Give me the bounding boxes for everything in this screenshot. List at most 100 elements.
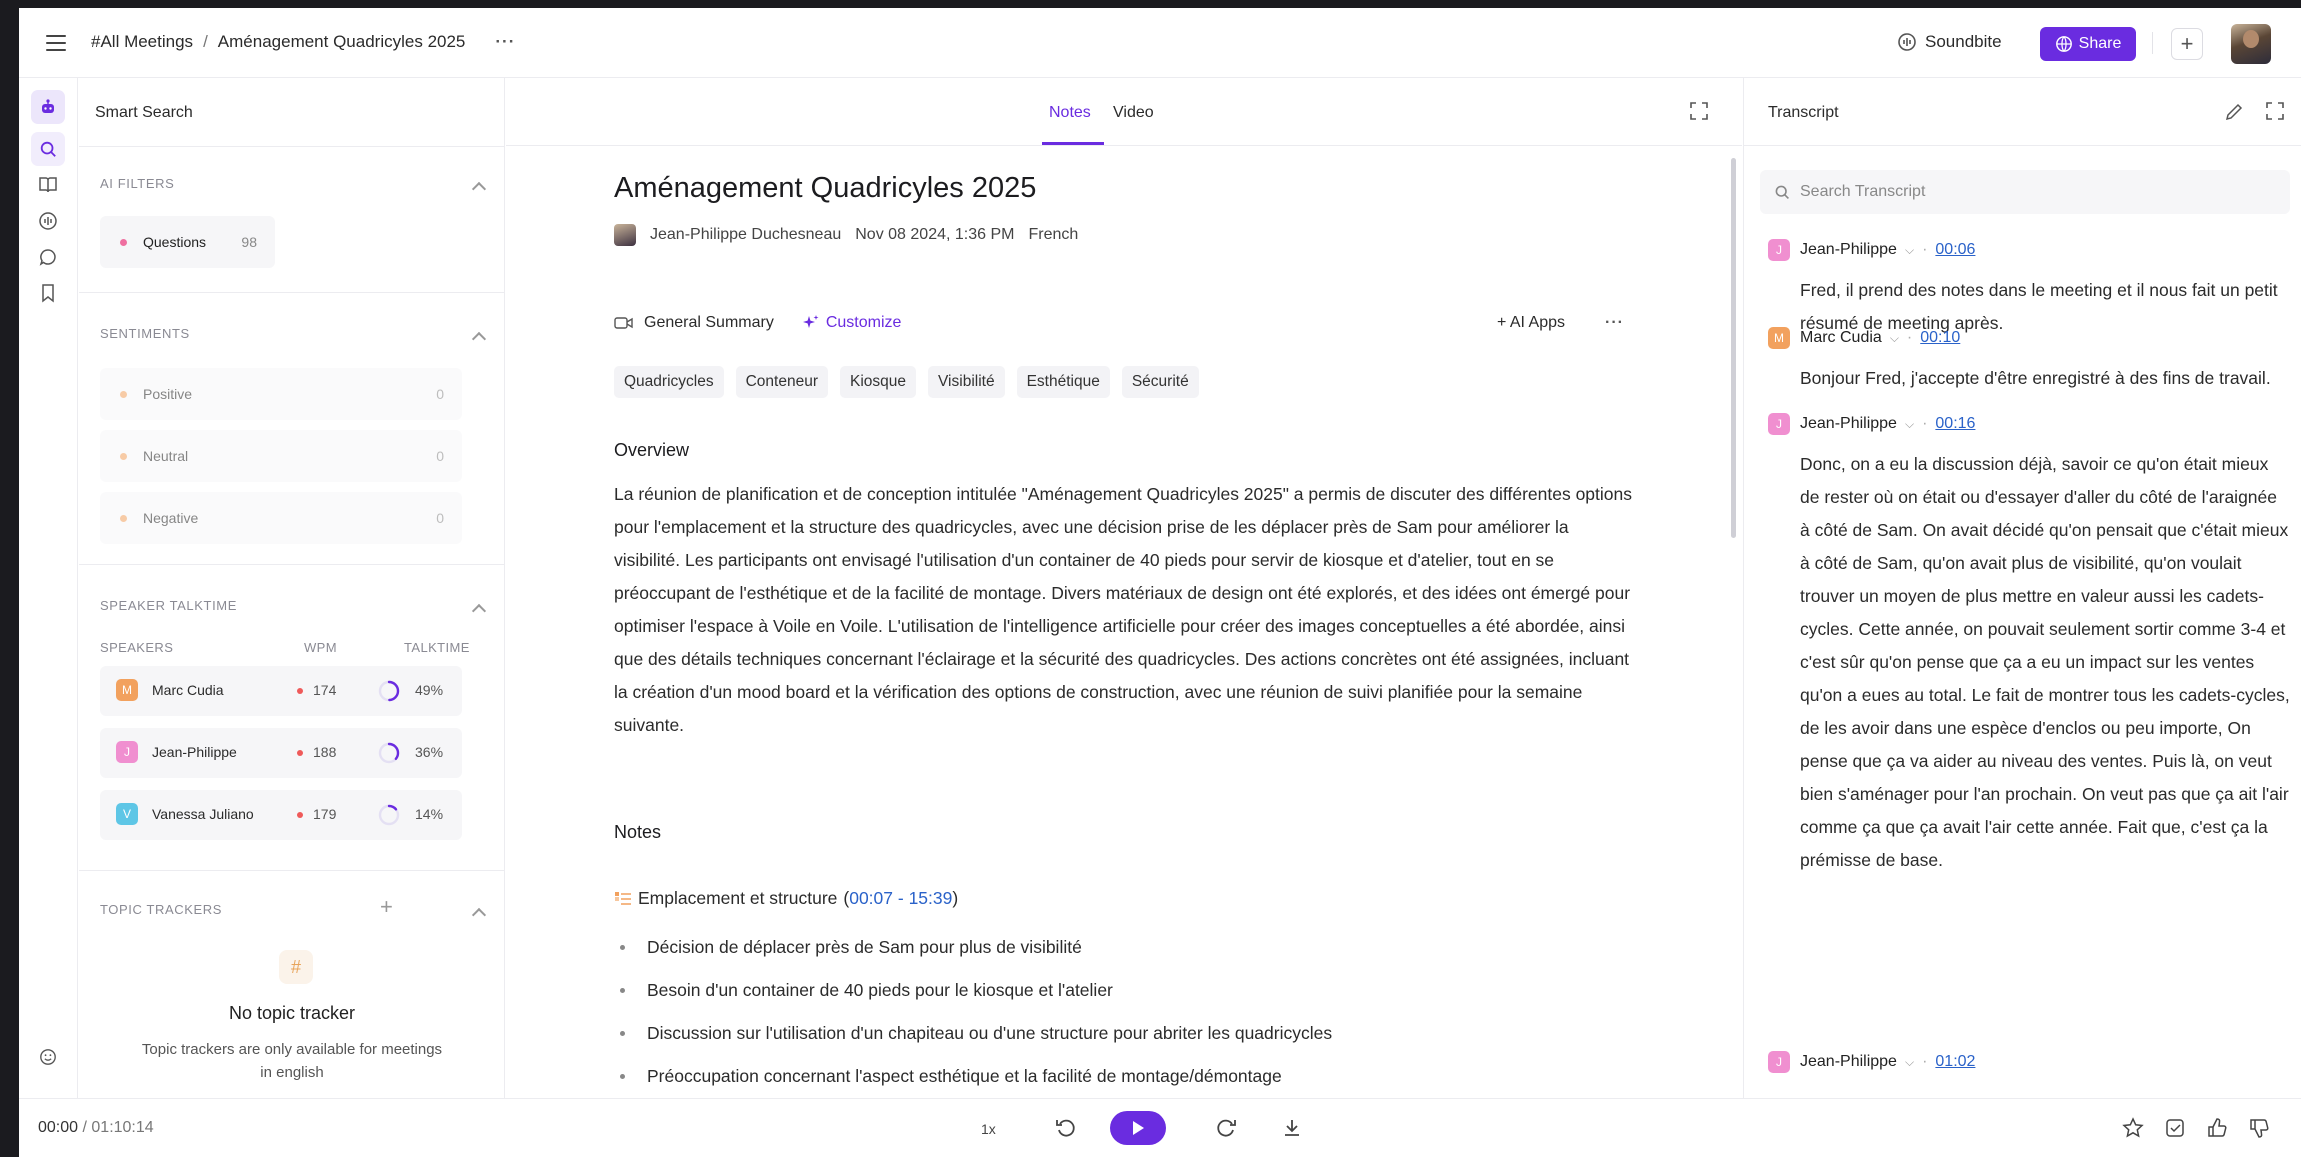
transcript-speaker: J Jean-Philippe ⌵ · 00:16	[1768, 412, 2288, 436]
rewind-icon[interactable]	[1053, 1115, 1079, 1141]
expand-icon[interactable]	[2266, 102, 2284, 120]
section-title-label: Emplacement et structure	[638, 888, 838, 908]
play-icon	[1133, 1121, 1144, 1135]
timestamp-link[interactable]: 00:10	[1920, 329, 1960, 347]
soundbite-button[interactable]: Soundbite	[1897, 32, 2002, 52]
chevron-down-icon[interactable]: ⌵	[1905, 243, 1914, 258]
edit-icon[interactable]	[2224, 102, 2244, 122]
speaker-row[interactable]: V Vanessa Juliano 179 14%	[100, 790, 462, 840]
forward-icon[interactable]	[1213, 1115, 1239, 1141]
bookmark-icon[interactable]	[31, 276, 65, 310]
sentiment-negative[interactable]: Negative 0	[100, 492, 462, 544]
empty-state-subtitle: Topic trackers are only available for me…	[141, 1041, 443, 1081]
sentiment-count: 0	[436, 510, 444, 526]
keyword-chip[interactable]: Conteneur	[735, 366, 828, 398]
general-summary-button[interactable]: General Summary	[614, 314, 774, 332]
scrollbar[interactable]	[1731, 158, 1736, 538]
section-paren-close: )	[952, 888, 959, 908]
separator-dot: ·	[1906, 329, 1913, 346]
filter-questions[interactable]: Questions 98	[100, 216, 275, 268]
tab-notes[interactable]: Notes	[1049, 104, 1091, 122]
timestamp-link[interactable]: 01:02	[1935, 1053, 1975, 1071]
transcript-text: Bonjour Fred, j'accepte d'être enregistr…	[1800, 368, 2271, 388]
topic-trackers-heading: TOPIC TRACKERS	[100, 902, 223, 917]
tab-bar: Notes Video	[506, 78, 1742, 146]
add-button[interactable]: +	[2171, 28, 2203, 60]
menu-icon[interactable]	[46, 35, 66, 51]
collapse-topic-trackers-icon[interactable]	[471, 907, 487, 923]
keyword-chip[interactable]: Kiosque	[839, 366, 916, 398]
speaker-avatar: J	[116, 741, 138, 763]
keyword-chip[interactable]: Esthétique	[1016, 366, 1110, 398]
ai-apps-button[interactable]: + AI Apps	[1497, 314, 1565, 332]
chevron-down-icon[interactable]: ⌵	[1905, 417, 1914, 432]
breadcrumb: #All Meetings / Aménagement Quadricyles …	[91, 32, 515, 52]
search-icon[interactable]	[31, 132, 65, 166]
notes-bullets: Décision de déplacer près de Sam pour pl…	[614, 926, 1614, 1098]
sentiment-dot	[120, 390, 127, 398]
play-button[interactable]	[1110, 1111, 1166, 1145]
keyword-chip[interactable]: Visibilité	[928, 366, 1005, 398]
speaker-talktime: 36%	[415, 744, 444, 760]
collapse-talktime-icon[interactable]	[471, 603, 487, 619]
collapse-sentiments-icon[interactable]	[471, 331, 487, 347]
speaker-name[interactable]: Jean-Philippe	[1800, 241, 1897, 259]
breadcrumb-all-meetings[interactable]: #All Meetings	[91, 32, 193, 52]
speaker-row[interactable]: J Jean-Philippe 188 36%	[100, 728, 462, 778]
chevron-down-icon[interactable]: ⌵	[1890, 331, 1899, 346]
thumbs-down-icon[interactable]	[2246, 1115, 2272, 1141]
summary-toolbar: General Summary Customize + AI Apps ···	[614, 314, 1624, 332]
sentiment-positive[interactable]: Positive 0	[100, 368, 462, 420]
checklist-icon[interactable]	[2162, 1115, 2188, 1141]
note-bullet: Préoccupation concernant l'aspect esthét…	[614, 1055, 1614, 1098]
bot-icon[interactable]	[31, 90, 65, 124]
book-icon[interactable]	[31, 168, 65, 202]
chat-icon[interactable]	[31, 240, 65, 274]
talktime-heading: SPEAKER TALKTIME	[100, 598, 237, 613]
collapse-ai-filters-icon[interactable]	[471, 181, 487, 197]
speaker-name: Vanessa Juliano	[152, 806, 254, 822]
section-timestamp-link[interactable]: 00:07 - 15:39	[849, 888, 952, 908]
more-options-button[interactable]: ···	[495, 32, 515, 52]
speaker-row[interactable]: M Marc Cudia 174 49%	[100, 666, 462, 716]
speed-button[interactable]: 1x	[981, 1121, 996, 1137]
author-avatar	[614, 224, 636, 246]
chevron-down-icon[interactable]: ⌵	[1905, 1055, 1914, 1070]
add-topic-tracker-button[interactable]: +	[380, 894, 393, 920]
search-icon	[1775, 185, 1789, 199]
list-icon	[615, 891, 631, 905]
download-icon[interactable]	[1279, 1115, 1305, 1141]
user-avatar[interactable]	[2231, 24, 2271, 64]
customize-button[interactable]: Customize	[802, 314, 901, 332]
speaker-name[interactable]: Jean-Philippe	[1800, 415, 1897, 433]
speaker-name[interactable]: Marc Cudia	[1800, 329, 1882, 347]
thumbs-up-icon[interactable]	[2204, 1115, 2230, 1141]
transcript-header: Transcript	[1744, 78, 2301, 146]
summary-more-button[interactable]: ···	[1605, 314, 1624, 332]
current-time: 00:00	[38, 1119, 79, 1136]
author-name: Jean-Philippe Duchesneau	[650, 226, 842, 243]
col-wpm: WPM	[304, 640, 337, 655]
tab-video[interactable]: Video	[1113, 104, 1154, 122]
expand-icon[interactable]	[1690, 102, 1708, 120]
sentiment-neutral[interactable]: Neutral 0	[100, 430, 462, 482]
speaker-avatar: J	[1768, 413, 1790, 435]
transcript-search-input[interactable]	[1800, 183, 2270, 201]
empty-state-title: No topic tracker	[228, 1003, 356, 1023]
keyword-chip[interactable]: Sécurité	[1121, 366, 1199, 398]
sparkle-icon	[802, 315, 819, 328]
breadcrumb-separator: /	[203, 32, 208, 51]
timestamp-link[interactable]: 00:06	[1935, 241, 1975, 259]
speaker-avatar: V	[116, 803, 138, 825]
timestamp-link[interactable]: 00:16	[1935, 415, 1975, 433]
speaker-talktime: 49%	[415, 682, 444, 698]
audio-icon[interactable]	[31, 204, 65, 238]
keyword-chip[interactable]: Quadricycles	[614, 366, 724, 398]
star-icon[interactable]	[2120, 1115, 2146, 1141]
transcript-search[interactable]	[1760, 170, 2290, 214]
filter-label: Questions	[143, 234, 207, 250]
smiley-icon[interactable]	[31, 1040, 65, 1074]
speaker-name[interactable]: Jean-Philippe	[1800, 1053, 1897, 1071]
transcript-speaker: J Jean-Philippe ⌵ · 00:06	[1768, 238, 2288, 262]
share-button[interactable]: Share	[2040, 27, 2136, 61]
